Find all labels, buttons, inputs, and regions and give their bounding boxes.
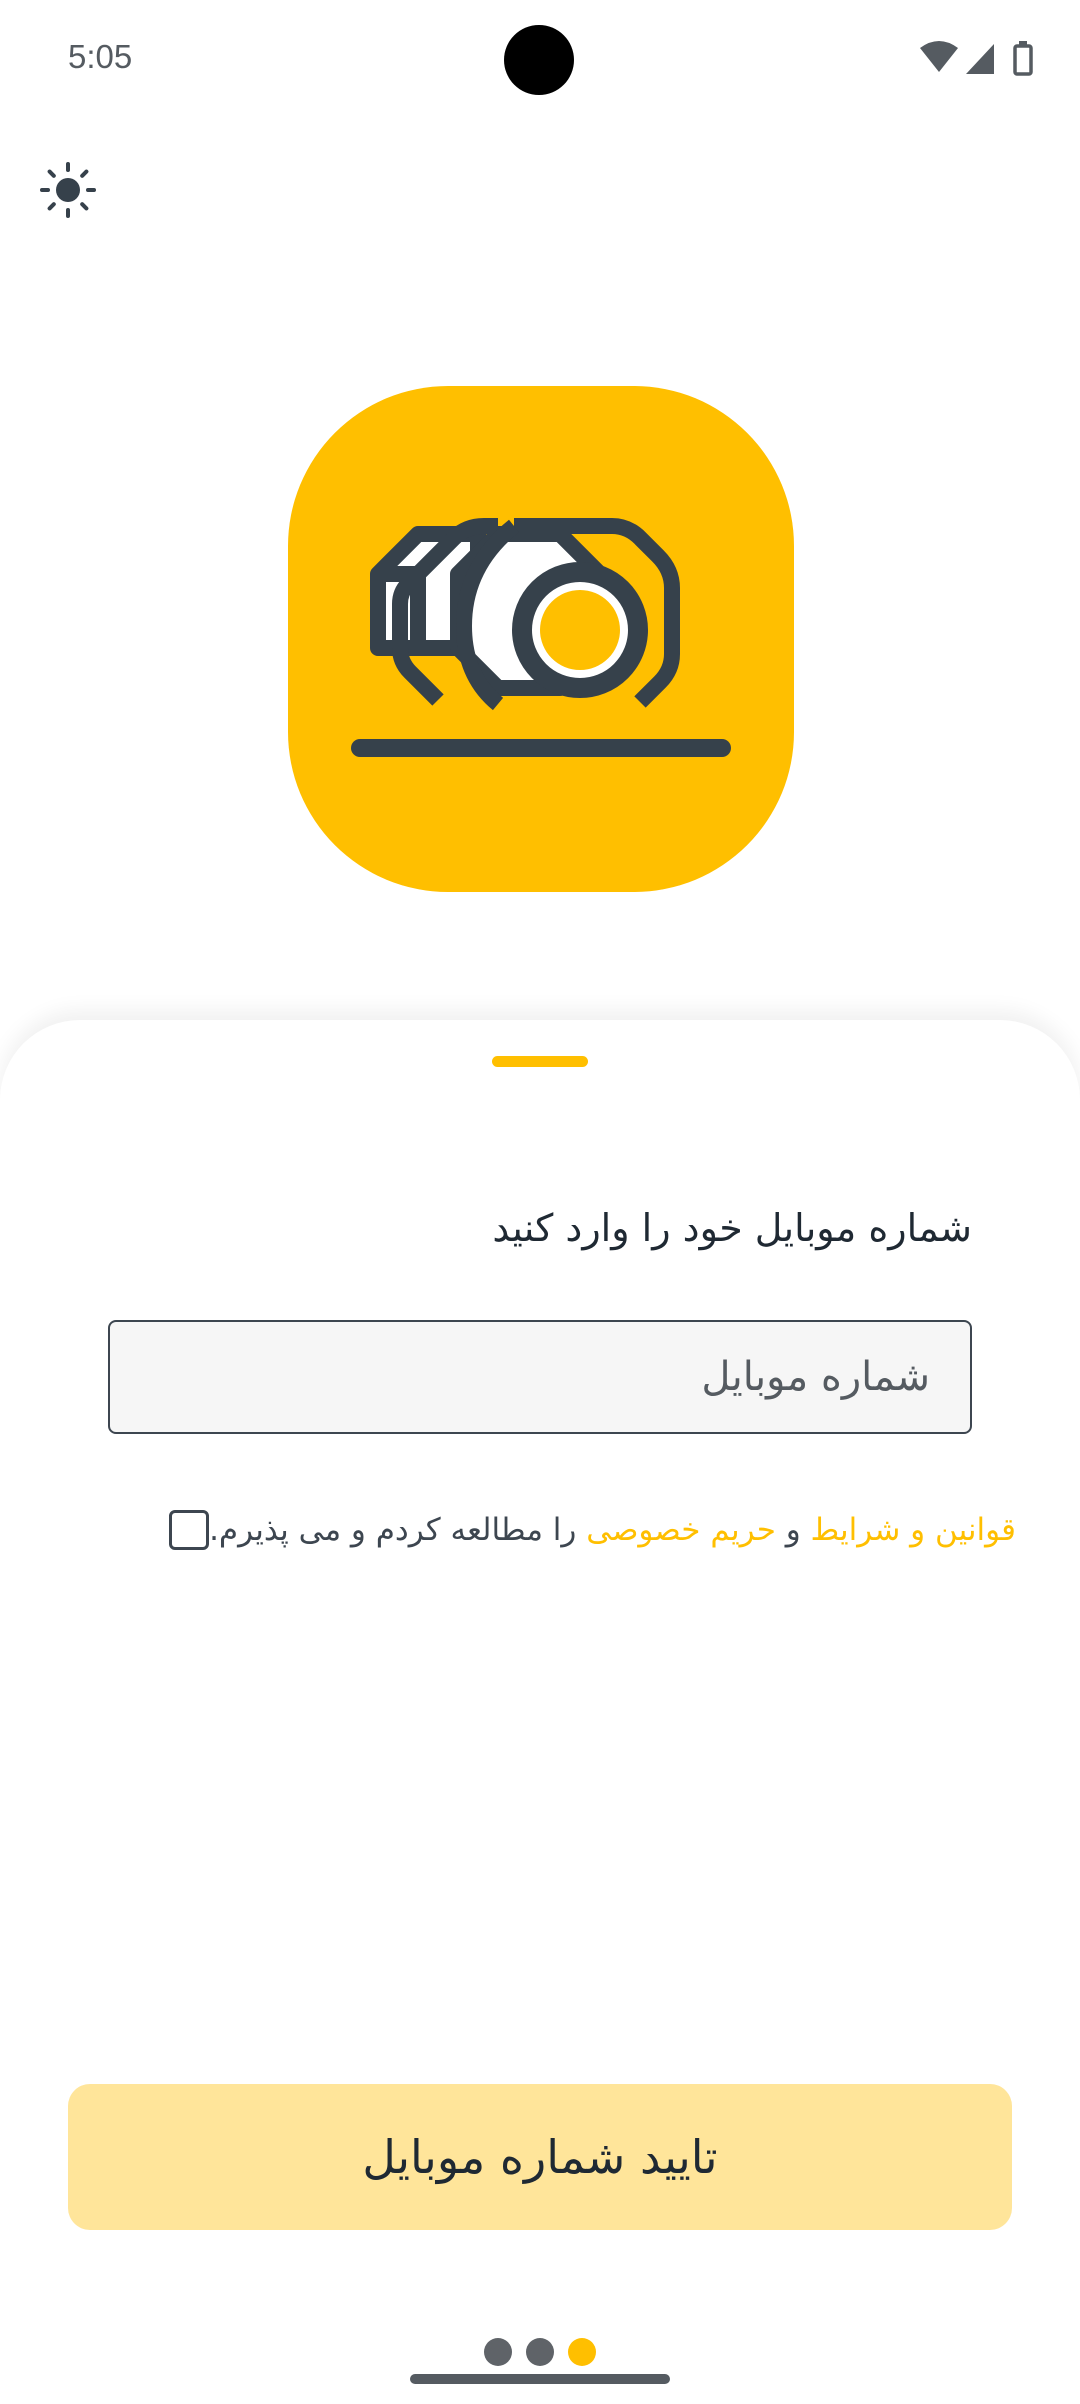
- page-dot-1: [484, 2338, 512, 2366]
- status-time: 5:05: [68, 38, 133, 75]
- terms-checkbox[interactable]: [169, 1510, 210, 1550]
- battery-icon: [1013, 41, 1033, 76]
- nut-bolt-icon: [351, 518, 731, 757]
- terms-suffix: را مطالعه کردم و می پذیرم.: [209, 1512, 587, 1548]
- theme-toggle-button[interactable]: [38, 160, 98, 220]
- terms-link[interactable]: قوانین و شرایط: [811, 1512, 1016, 1548]
- sun-icon: [40, 162, 96, 218]
- app-logo: [288, 386, 794, 892]
- login-sheet: شماره موبایل خود را وارد کنید قوانین و ش…: [0, 1020, 1080, 2404]
- terms-text: قوانین و شرایط و حریم خصوصی را مطالعه کر…: [209, 1512, 1016, 1548]
- status-icons: [920, 40, 1040, 76]
- phone-number-input[interactable]: [108, 1320, 972, 1434]
- cellular-signal-icon: [966, 44, 994, 74]
- page-indicator: [484, 2338, 596, 2366]
- home-indicator[interactable]: [410, 2374, 670, 2384]
- page-dot-3: [568, 2338, 596, 2366]
- terms-row: قوانین و شرایط و حریم خصوصی را مطالعه کر…: [147, 1500, 1016, 1560]
- sheet-handle[interactable]: [492, 1056, 588, 1067]
- camera-cutout: [504, 25, 574, 95]
- privacy-link[interactable]: حریم خصوصی: [586, 1512, 776, 1548]
- confirm-phone-button[interactable]: تایید شماره موبایل: [68, 2084, 1012, 2230]
- page-dot-2: [526, 2338, 554, 2366]
- phone-prompt-heading: شماره موبایل خود را وارد کنید: [492, 1206, 972, 1250]
- wifi-icon: [920, 41, 958, 72]
- terms-conjunction: و: [775, 1512, 811, 1548]
- status-bar: 5:05: [0, 0, 1080, 120]
